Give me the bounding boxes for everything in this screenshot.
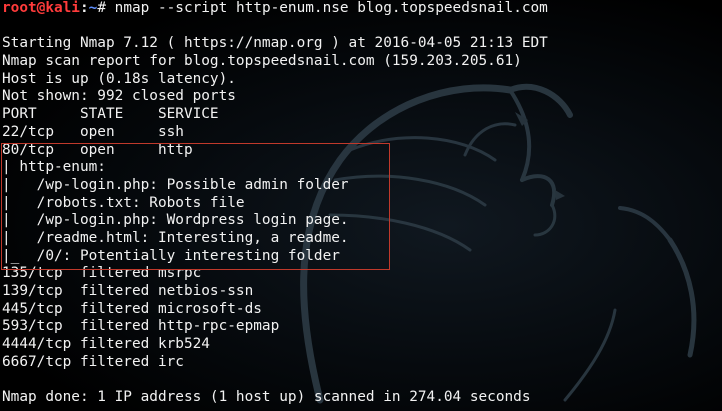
prompt-symbol: # <box>97 0 115 16</box>
output-line: Starting Nmap 7.12 ( https://nmap.org ) … <box>2 35 548 52</box>
output-line: Nmap scan report for blog.topspeedsnail.… <box>2 53 522 70</box>
port-row: 6667/tcp filtered irc <box>2 353 184 370</box>
port-row: 22/tcp open ssh <box>2 123 184 140</box>
command-text: nmap --script http-enum.nse blog.topspee… <box>114 0 548 16</box>
output-line: Host is up (0.18s latency). <box>2 70 236 87</box>
port-table-header: PORT STATE SERVICE <box>2 106 219 123</box>
output-line: Not shown: 992 closed ports <box>2 88 236 105</box>
prompt-line: root@kali:~# nmap --script http-enum.nse… <box>2 0 548 18</box>
port-row: 593/tcp filtered http-rpc-epmap <box>2 318 280 335</box>
prompt-user-host: root@kali <box>2 0 80 16</box>
port-row: 445/tcp filtered microsoft-ds <box>2 300 262 317</box>
highlight-box <box>1 143 390 270</box>
port-row: 139/tcp filtered netbios-ssn <box>2 283 254 299</box>
prompt-separator: : <box>79 0 89 16</box>
terminal-window[interactable]: root@kali:~# nmap --script http-enum.nse… <box>0 0 722 411</box>
output-line: Nmap done: 1 IP address (1 host up) scan… <box>2 389 531 406</box>
port-row: 4444/tcp filtered krb524 <box>2 336 210 353</box>
